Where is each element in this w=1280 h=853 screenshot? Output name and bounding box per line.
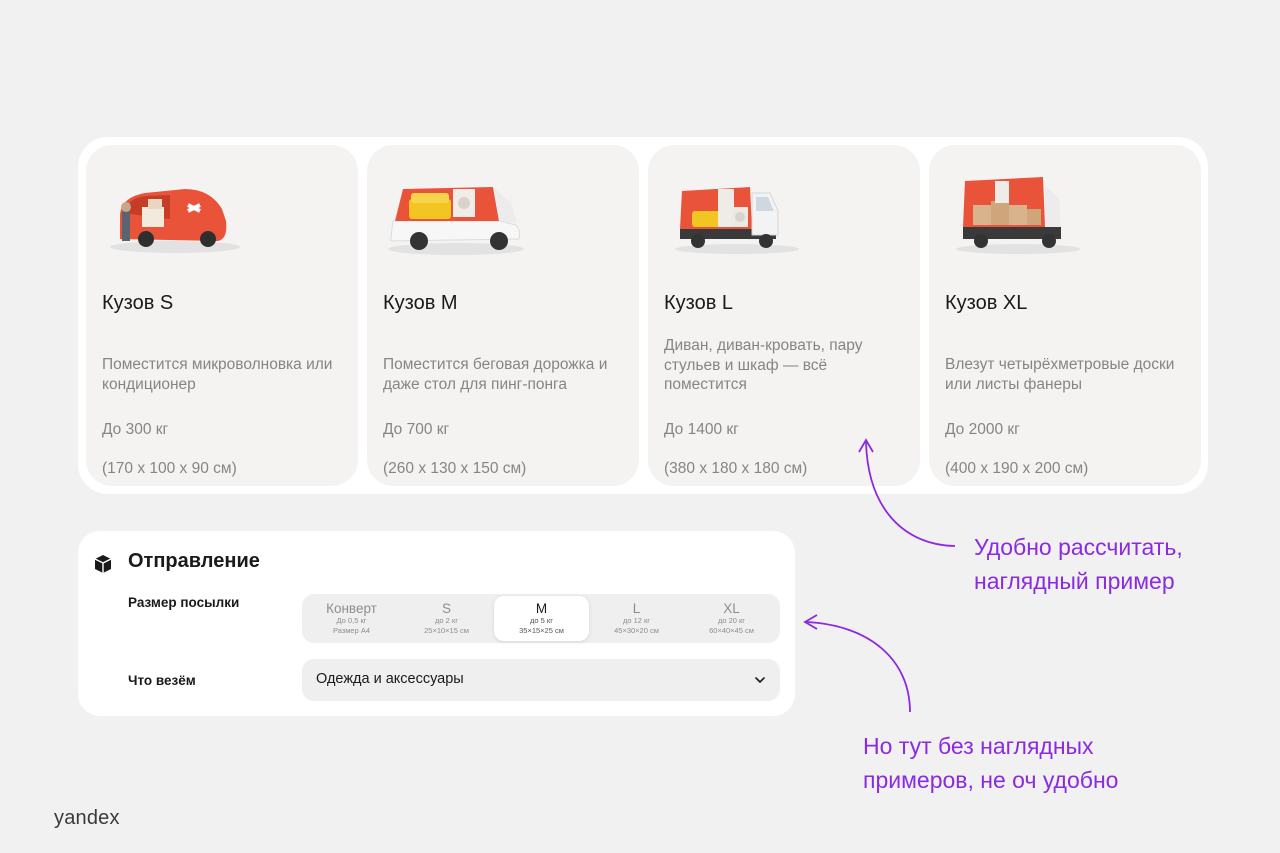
arrow-head-form — [803, 614, 818, 630]
vehicle-weight: До 2000 кг — [945, 421, 1020, 438]
chevron-down-icon — [755, 677, 765, 683]
vehicle-weight: До 700 кг — [383, 421, 450, 438]
cargo-type-value: Одежда и аксессуары — [316, 671, 464, 687]
size-option-name: L — [632, 601, 641, 616]
vehicle-dimensions: (380 х 180 х 180 см) — [664, 460, 808, 477]
vehicle-description: Поместится микроволновка или кондиционер — [102, 356, 333, 393]
size-option-m[interactable]: M до 5 кг 35×15×25 см — [494, 596, 589, 641]
vehicle-title: Кузов S — [102, 292, 174, 314]
annotation-line: примеров, не оч удобно — [863, 767, 1119, 793]
size-option-name: M — [535, 601, 548, 616]
shipment-form: Отправление Размер посылки Конверт До 0,… — [78, 531, 795, 716]
page: Кузов S Поместится микроволновка или кон… — [0, 0, 1280, 853]
cargo-label: Что везём — [128, 673, 196, 688]
annotation-line: наглядный пример — [974, 568, 1175, 594]
size-option-dimensions: Размер А4 — [332, 626, 371, 635]
vehicle-dimensions: (400 х 190 х 200 см) — [945, 460, 1089, 477]
vehicle-cards-panel: Кузов S Поместится микроволновка или кон… — [78, 137, 1208, 494]
vehicle-title: Кузов XL — [945, 292, 1028, 314]
vehicle-card-l[interactable]: Кузов L Диван, диван-кровать, пару стуль… — [648, 145, 920, 486]
annotation-line: Удобно рассчитать, — [974, 534, 1183, 560]
package-icon — [94, 555, 112, 573]
size-option-weight: До 0,5 кг — [336, 616, 367, 625]
size-option-l[interactable]: L до 12 кг 45×30×20 см — [589, 596, 684, 641]
flatbed-truck-icon — [675, 187, 799, 254]
pickup-van-icon — [388, 187, 524, 255]
annotation-line: Но тут без наглядных — [863, 733, 1094, 759]
vehicle-dimensions: (170 х 100 х 90 см) — [102, 460, 237, 477]
cargo-type-select[interactable]: Одежда и аксессуары — [302, 659, 780, 701]
size-option-dimensions: 35×15×25 см — [519, 626, 564, 635]
vehicle-card-m[interactable]: Кузов M Поместится беговая дорожка и даж… — [367, 145, 639, 486]
vehicle-dimensions: (260 х 130 х 150 см) — [383, 460, 527, 477]
vehicle-description: Поместится беговая дорожка и даже стол д… — [383, 356, 608, 393]
vehicle-description: Диван, диван-кровать, пару стульев и шка… — [664, 337, 863, 393]
size-option-weight: до 20 кг — [717, 616, 746, 625]
vehicle-title: Кузов M — [383, 292, 458, 314]
vehicle-card-s[interactable]: Кузов S Поместится микроволновка или кон… — [86, 145, 358, 486]
size-label: Размер посылки — [128, 595, 240, 610]
large-truck-icon — [956, 177, 1080, 254]
size-option-dimensions: 25×10×15 см — [424, 626, 469, 635]
arrow-to-form — [805, 621, 911, 713]
parcel-size-selector: Конверт До 0,5 кг Размер А4 S до 2 кг 25… — [302, 594, 780, 643]
size-option-name: XL — [723, 601, 740, 616]
compact-van-icon — [110, 189, 240, 253]
form-title: Отправление — [128, 550, 260, 572]
annotation-cards: Удобно рассчитать, наглядный пример — [974, 530, 1183, 598]
vehicle-description: Влезут четырёхметровые доски или листы ф… — [945, 356, 1175, 393]
size-option-name: S — [441, 601, 451, 616]
size-option-envelope[interactable]: Конверт До 0,5 кг Размер А4 — [304, 596, 399, 641]
size-option-s[interactable]: S до 2 кг 25×10×15 см — [399, 596, 494, 641]
size-option-weight: до 5 кг — [530, 616, 553, 625]
size-option-name: Конверт — [326, 601, 377, 616]
vehicle-title: Кузов L — [664, 292, 734, 314]
vehicle-card-xl[interactable]: Кузов XL Влезут четырёхметровые доски ил… — [929, 145, 1201, 486]
size-option-weight: до 12 кг — [622, 616, 651, 625]
annotation-form: Но тут без наглядных примеров, не оч удо… — [863, 729, 1118, 797]
vehicle-weight: До 1400 кг — [664, 421, 739, 438]
vehicle-weight: До 300 кг — [102, 421, 169, 438]
size-option-dimensions: 45×30×20 см — [614, 626, 659, 635]
size-option-dimensions: 60×40×45 см — [709, 626, 754, 635]
size-option-weight: до 2 кг — [435, 616, 458, 625]
size-option-xl[interactable]: XL до 20 кг 60×40×45 см — [684, 596, 779, 641]
brand-logo: yandex — [54, 807, 120, 829]
